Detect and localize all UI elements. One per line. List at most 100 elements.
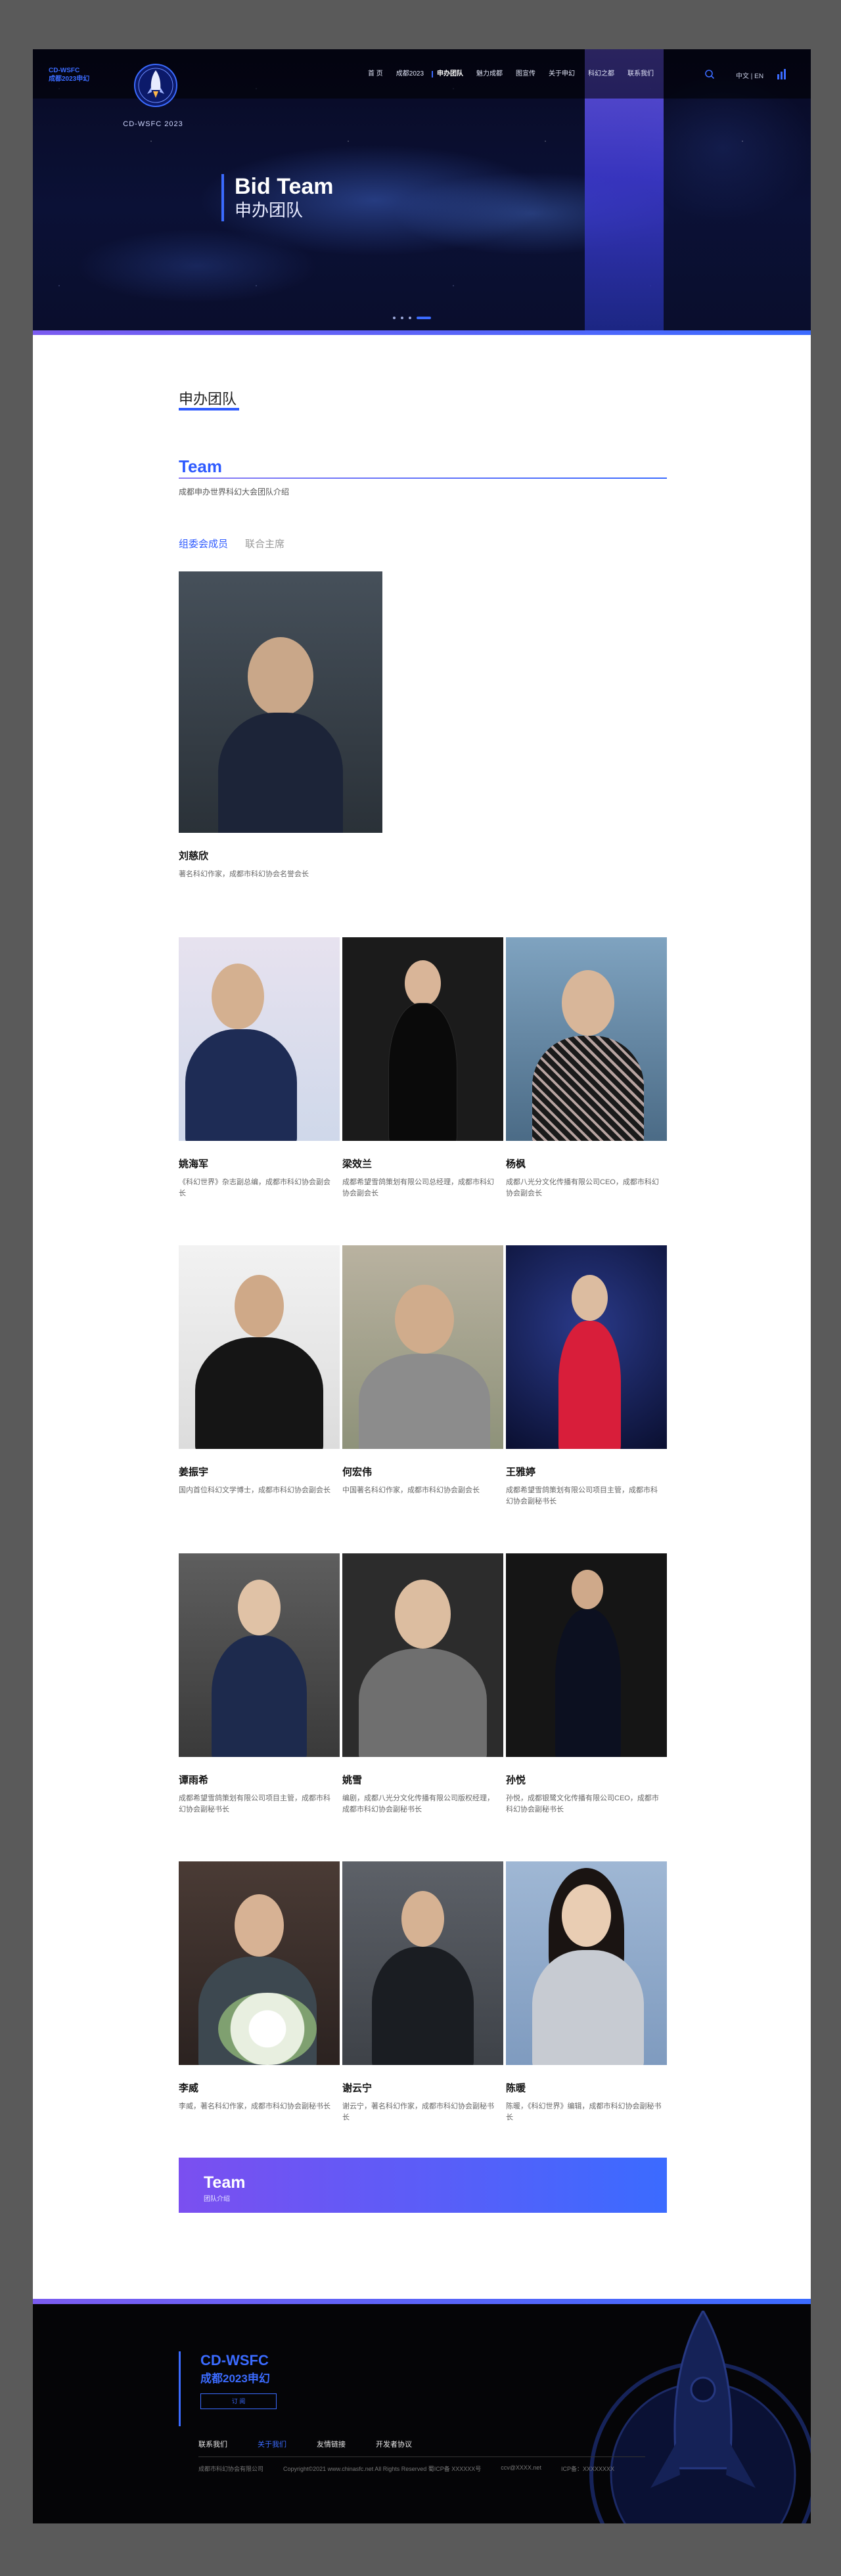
footer-link-about[interactable]: 关于我们 bbox=[258, 2439, 286, 2449]
footer-link-contact[interactable]: 联系我们 bbox=[198, 2439, 227, 2449]
nav-item-home[interactable]: 首 页 bbox=[361, 69, 390, 79]
member-desc: 成都希望雪鸽策划有限公司总经理，成都市科幻协会副会长 bbox=[342, 1178, 494, 1197]
member-card[interactable]: 李威 李威，著名科幻作家，成都市科幻协会副秘书长 bbox=[179, 1861, 340, 2112]
team-heading: Team bbox=[179, 456, 222, 476]
copyright-icp: ICP备：XXXXXXXX bbox=[560, 2466, 614, 2472]
member-desc: 中国著名科幻作家，成都市科幻协会副会长 bbox=[342, 1486, 480, 1494]
member-name: 姜振宇 bbox=[179, 1467, 209, 1478]
member-photo bbox=[506, 1245, 667, 1449]
slider-dot-active[interactable] bbox=[417, 317, 431, 319]
member-card[interactable]: 陈暖 陈暖，《科幻世界》编辑，成都市科幻协会副秘书长 bbox=[506, 1861, 667, 2123]
nav-item-contact[interactable]: 联系我们 bbox=[621, 69, 660, 79]
team-subtitle: 成都申办世界科幻大会团队介绍 bbox=[179, 487, 290, 497]
rocket-emblem-logo[interactable] bbox=[133, 62, 179, 108]
footer-brand-line2: 成都2023申幻 bbox=[200, 2372, 270, 2385]
member-name: 姚海军 bbox=[179, 1159, 209, 1170]
subscribe-button[interactable]: 订 阅 bbox=[200, 2393, 277, 2409]
member-name: 刘慈欣 bbox=[179, 851, 209, 862]
member-card[interactable]: 姚海军 《科幻世界》杂志副总编，成都市科幻协会副会长 bbox=[179, 937, 340, 1199]
footer-divider bbox=[198, 2456, 645, 2457]
member-name: 姚雪 bbox=[342, 1775, 363, 1786]
nav-item-charm-chengdu[interactable]: 魅力成都 bbox=[470, 69, 509, 79]
tab-committee[interactable]: 组委会成员 bbox=[179, 537, 228, 550]
member-card[interactable]: 王雅婷 成都希望雪鸽策划有限公司项目主管，成都市科幻协会副秘书长 bbox=[506, 1245, 667, 1507]
slider-dot[interactable] bbox=[401, 317, 403, 319]
member-card[interactable]: 杨枫 成都八光分文化传播有限公司CEO，成都市科幻协会副会长 bbox=[506, 937, 667, 1199]
hero-title: Bid Team 申办团队 bbox=[221, 174, 334, 221]
header-brand-line1: CD-WSFC bbox=[49, 67, 80, 74]
member-desc: 成都希望雪鸽策划有限公司项目主管，成都市科幻协会副秘书长 bbox=[506, 1486, 658, 1505]
team-banner[interactable]: Team 团队介绍 bbox=[179, 2158, 667, 2213]
member-desc: 成都希望雪鸽策划有限公司项目主管，成都市科幻协会副秘书长 bbox=[179, 1794, 330, 1813]
member-name: 孙悦 bbox=[506, 1775, 526, 1786]
member-card[interactable]: 姚雪 编剧，成都八光分文化传播有限公司版权经理，成都市科幻协会副秘书长 bbox=[342, 1553, 503, 1815]
member-tabs: 组委会成员 联合主席 bbox=[179, 537, 284, 550]
main-content: 申办团队 Team 成都申办世界科幻大会团队介绍 组委会成员 联合主席 刘慈欣 … bbox=[33, 335, 811, 2304]
header-brand[interactable]: CD-WSFC 成都2023申幻 bbox=[49, 66, 89, 83]
copyright-email: ccv@XXXX.net bbox=[501, 2464, 541, 2471]
member-name: 李威 bbox=[179, 2083, 199, 2094]
member-card[interactable]: 谢云宁 谢云宁，著名科幻作家，成都市科幻协会副秘书长 bbox=[342, 1861, 503, 2123]
member-photo bbox=[179, 571, 382, 833]
nav-item-scifi-city[interactable]: 科幻之都 bbox=[581, 69, 621, 79]
member-photo bbox=[342, 1245, 503, 1449]
footer-link-friend-links[interactable]: 友情链接 bbox=[317, 2439, 346, 2449]
hero-title-en: Bid Team bbox=[235, 174, 334, 199]
copyright-company: 成都市科幻协会有限公司 bbox=[198, 2466, 264, 2472]
member-photo bbox=[179, 1553, 340, 1757]
main-nav: 首 页 成都2023 申办团队 魅力成都 图宣传 关于申幻 科幻之都 联系我们 bbox=[361, 69, 660, 79]
slider-dot[interactable] bbox=[409, 317, 411, 319]
nav-item-chengdu2023[interactable]: 成都2023 bbox=[390, 69, 430, 79]
member-desc: 李威，著名科幻作家，成都市科幻协会副秘书长 bbox=[179, 2102, 330, 2110]
member-name: 何宏伟 bbox=[342, 1467, 373, 1478]
member-card[interactable]: 谭雨希 成都希望雪鸽策划有限公司项目主管，成都市科幻协会副秘书长 bbox=[179, 1553, 340, 1815]
member-desc: 著名科幻作家，成都市科幻协会名誉会长 bbox=[179, 870, 309, 878]
language-switch[interactable]: 中文 | EN bbox=[736, 70, 763, 80]
footer-brand-line1: CD-WSFC bbox=[200, 2352, 269, 2368]
nav-item-bid-team[interactable]: 申办团队 bbox=[430, 69, 470, 79]
copyright-text: Copyright©2021 www.chinasfc.net All Righ… bbox=[283, 2466, 482, 2472]
team-divider bbox=[179, 477, 667, 479]
member-desc: 编剧，成都八光分文化传播有限公司版权经理，成都市科幻协会副秘书长 bbox=[342, 1794, 494, 1813]
member-desc: 国内首位科幻文学博士，成都市科幻协会副会长 bbox=[179, 1486, 330, 1494]
member-desc: 谢云宁，著名科幻作家，成都市科幻协会副秘书长 bbox=[342, 2102, 494, 2121]
member-desc: 《科幻世界》杂志副总编，成都市科幻协会副会长 bbox=[179, 1178, 330, 1197]
header-brand-line2: 成都2023申幻 bbox=[49, 76, 90, 83]
member-card[interactable]: 何宏伟 中国著名科幻作家，成都市科幻协会副会长 bbox=[342, 1245, 503, 1496]
member-desc: 陈暖，《科幻世界》编辑，成都市科幻协会副秘书长 bbox=[506, 2102, 662, 2121]
member-card[interactable]: 刘慈欣 著名科幻作家，成都市科幻协会名誉会长 bbox=[179, 571, 382, 880]
footer-link-dev-agreement[interactable]: 开发者协议 bbox=[376, 2439, 412, 2449]
member-name: 陈暖 bbox=[506, 2083, 526, 2094]
hero-title-cn: 申办团队 bbox=[235, 200, 304, 220]
member-card[interactable]: 姜振宇 国内首位科幻文学博士，成都市科幻协会副会长 bbox=[179, 1245, 340, 1496]
member-name: 谭雨希 bbox=[179, 1775, 209, 1786]
member-name: 梁效兰 bbox=[342, 1159, 373, 1170]
member-name: 杨枫 bbox=[506, 1159, 526, 1170]
footer-accent-stripe bbox=[33, 2299, 811, 2304]
team-banner-subtitle: 团队介绍 bbox=[204, 2196, 230, 2203]
footer-links: 联系我们 关于我们 友情链接 开发者协议 bbox=[198, 2439, 412, 2449]
footer-copyright: 成都市科幻协会有限公司 Copyright©2021 www.chinasfc.… bbox=[198, 2464, 614, 2473]
bar-chart-icon[interactable] bbox=[777, 68, 787, 80]
nav-item-promotion[interactable]: 图宣传 bbox=[509, 69, 542, 79]
member-name: 王雅婷 bbox=[506, 1467, 536, 1478]
member-photo bbox=[506, 1861, 667, 2065]
member-photo bbox=[342, 1553, 503, 1757]
member-desc: 成都八光分文化传播有限公司CEO，成都市科幻协会副会长 bbox=[506, 1178, 659, 1197]
tab-co-chair[interactable]: 联合主席 bbox=[245, 537, 284, 550]
hero-banner: CD-WSFC 成都2023申幻 首 页 成都2023 申办团队 魅力成都 图宣… bbox=[33, 49, 811, 335]
member-photo bbox=[342, 937, 503, 1141]
member-card[interactable]: 孙悦 孙悦，成都银鹭文化传播有限公司CEO，成都市科幻协会副秘书长 bbox=[506, 1553, 667, 1815]
hero-accent-stripe bbox=[33, 330, 811, 335]
member-name: 谢云宁 bbox=[342, 2083, 373, 2094]
footer: CD-WSFC 成都2023申幻 订 阅 联系我们 关于我们 友情链接 开发者协… bbox=[33, 2304, 811, 2523]
member-photo bbox=[179, 937, 340, 1141]
search-icon[interactable] bbox=[704, 69, 715, 79]
slider-dot[interactable] bbox=[393, 317, 396, 319]
nav-item-about[interactable]: 关于申幻 bbox=[542, 69, 581, 79]
page-frame: CD-WSFC 成都2023申幻 首 页 成都2023 申办团队 魅力成都 图宣… bbox=[33, 49, 811, 2523]
member-photo bbox=[342, 1861, 503, 2065]
member-card[interactable]: 梁效兰 成都希望雪鸽策划有限公司总经理，成都市科幻协会副会长 bbox=[342, 937, 503, 1199]
member-photo bbox=[179, 1245, 340, 1449]
member-photo bbox=[179, 1861, 340, 2065]
